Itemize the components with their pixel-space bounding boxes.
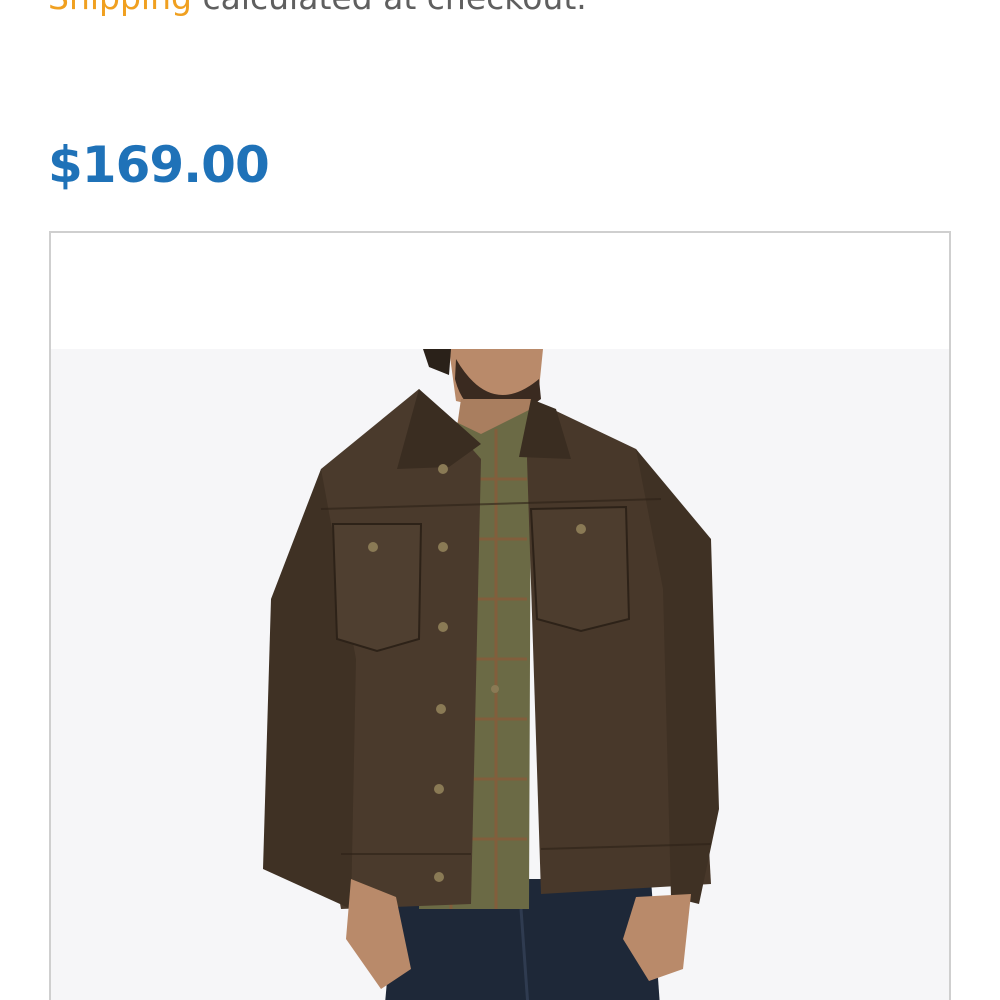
product-price: $169.00 [48, 136, 270, 194]
jacket-model-image [263, 349, 719, 1000]
jacket-left-pocket [331, 523, 423, 653]
shipping-link[interactable]: Shipping [48, 0, 192, 17]
shipping-note: Shipping calculated at checkout. [48, 0, 587, 18]
product-photo [51, 349, 949, 1000]
product-image-frame[interactable] [49, 231, 951, 1000]
product-page: Shipping calculated at checkout. $169.00 [0, 0, 1000, 1000]
shipping-note-text: calculated at checkout. [192, 0, 586, 17]
